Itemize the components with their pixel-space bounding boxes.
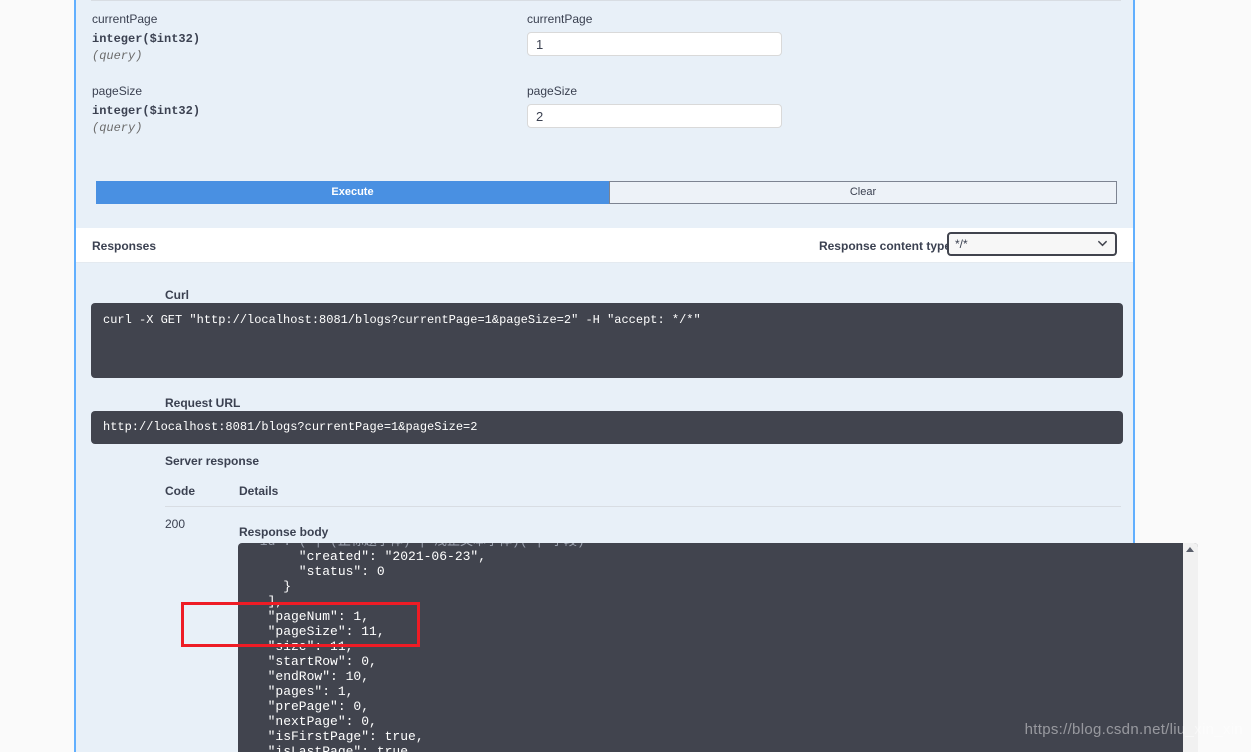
response-body-label: Response body	[239, 525, 329, 539]
action-button-bar: Execute Clear	[96, 181, 1117, 204]
column-header-details: Details	[239, 484, 279, 498]
parameter-type: integer($int32)	[92, 32, 201, 46]
response-body-text: "created": "2021-06-23", "status": 0 } ]…	[267, 549, 487, 752]
parameter-meta: currentPage integer($int32) (query)	[92, 11, 527, 65]
parameter-input-label: pageSize	[527, 84, 578, 98]
response-body-json: "id": ( | (正标题字体) | 浅正文本字体)( | 字段) "crea…	[252, 543, 585, 752]
column-header-code: Code	[165, 484, 195, 498]
curl-label: Curl	[165, 288, 189, 302]
server-response-label: Server response	[165, 454, 260, 468]
top-divider	[91, 0, 1121, 1]
curl-command-block[interactable]: curl -X GET "http://localhost:8081/blogs…	[91, 303, 1123, 378]
parameter-in: (query)	[92, 121, 143, 135]
response-content-type-label: Response content type	[818, 239, 951, 253]
parameter-name: pageSize	[92, 84, 143, 98]
response-content-type-select[interactable]: */*	[947, 232, 1117, 256]
request-url-block[interactable]: http://localhost:8081/blogs?currentPage=…	[91, 411, 1123, 444]
request-url-label: Request URL	[165, 396, 241, 410]
current-page-input[interactable]	[527, 32, 782, 56]
parameter-in: (query)	[92, 49, 143, 63]
watermark: https://blog.csdn.net/liu_xin_xin	[1024, 721, 1243, 738]
parameter-type: integer($int32)	[92, 104, 201, 118]
table-header-divider	[165, 506, 1121, 507]
parameter-input-label: currentPage	[527, 12, 593, 26]
parameter-meta: pageSize integer($int32) (query)	[92, 83, 527, 137]
response-status-code: 200	[165, 517, 186, 531]
responses-header-band: Responses Response content type */*	[76, 228, 1133, 263]
parameter-row-currentpage: currentPage integer($int32) (query) curr…	[76, 6, 1133, 65]
execute-button[interactable]: Execute	[96, 181, 609, 204]
responses-title: Responses	[92, 239, 157, 253]
parameter-row-pagesize: pageSize integer($int32) (query) pageSiz…	[76, 65, 1133, 137]
page-root: currentPage integer($int32) (query) curr…	[0, 0, 1251, 752]
parameter-name: currentPage	[92, 12, 158, 26]
parameter-input-cell: currentPage	[527, 11, 1117, 65]
scroll-up-arrow-icon[interactable]	[1186, 547, 1194, 552]
parameters-table: currentPage integer($int32) (query) curr…	[76, 6, 1133, 137]
page-size-input[interactable]	[527, 104, 782, 128]
operation-block: currentPage integer($int32) (query) curr…	[74, 0, 1198, 752]
parameter-input-cell: pageSize	[527, 83, 1117, 137]
clear-button[interactable]: Clear	[609, 181, 1117, 204]
